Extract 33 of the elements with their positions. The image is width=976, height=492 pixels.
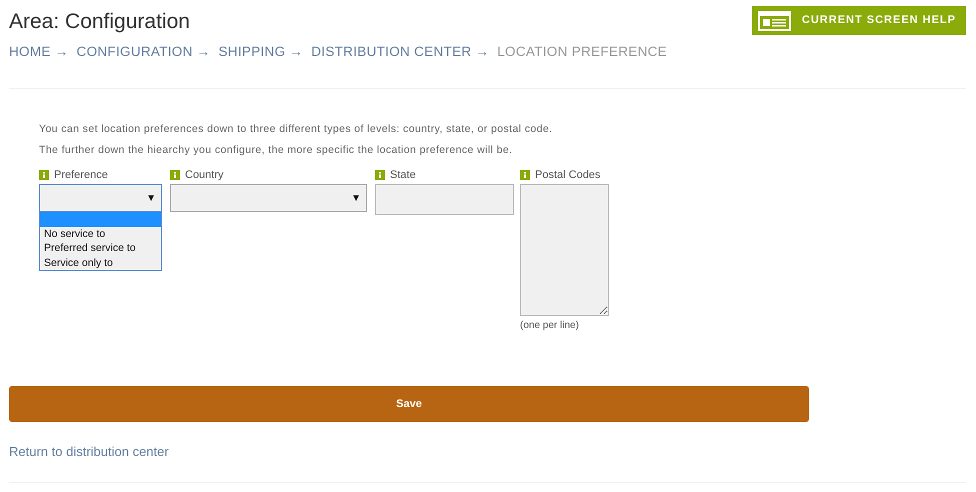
- field-label: Preference: [54, 168, 108, 182]
- text-area[interactable]: [520, 184, 609, 316]
- save-button[interactable]: Save: [9, 386, 809, 422]
- breadcrumb-arrow: →: [475, 43, 490, 61]
- breadcrumb-link[interactable]: SHIPPING: [218, 42, 286, 62]
- info-icon: [375, 170, 385, 180]
- breadcrumb-arrow: →: [54, 43, 69, 61]
- breadcrumb-arrow: →: [289, 43, 304, 61]
- dropdown[interactable]: ▼: [170, 184, 367, 212]
- intro-text: You can set location preferences down to three different types of levels: country, state, or postal code.: [39, 122, 554, 138]
- text-field[interactable]: [375, 184, 514, 216]
- breadcrumb-current: LOCATION PREFERENCE: [497, 43, 667, 61]
- field-label: Country: [185, 168, 224, 182]
- dropdown-option[interactable]: Preferred service to: [40, 241, 161, 256]
- dropdown-option[interactable]: No service to: [40, 226, 161, 242]
- breadcrumb-link[interactable]: HOME: [9, 42, 51, 62]
- field-label: State: [390, 168, 416, 182]
- info-icon: [39, 170, 49, 180]
- intro-text: The further down the hiearchy you configure, the more specific the location preference will be.: [39, 143, 514, 158]
- breadcrumb-link[interactable]: DISTRIBUTION CENTER: [311, 42, 472, 62]
- dropdown-option[interactable]: [40, 212, 161, 227]
- breadcrumb-arrow: →: [196, 43, 210, 61]
- screen-help-icon: [758, 10, 791, 30]
- page-title: Area: Configuration: [9, 9, 191, 35]
- breadcrumb-link[interactable]: CONFIGURATION: [76, 42, 193, 62]
- info-icon: [170, 170, 180, 180]
- field-hint: (one per line): [520, 319, 580, 334]
- info-icon: [520, 170, 530, 180]
- dropdown-option[interactable]: Service only to: [40, 256, 161, 270]
- field-label: Postal Codes: [535, 168, 600, 182]
- return-link[interactable]: Return to distribution center: [9, 442, 169, 462]
- help-button[interactable]: CURRENT SCREEN HELP: [752, 6, 966, 35]
- dropdown[interactable]: ▼: [39, 184, 162, 212]
